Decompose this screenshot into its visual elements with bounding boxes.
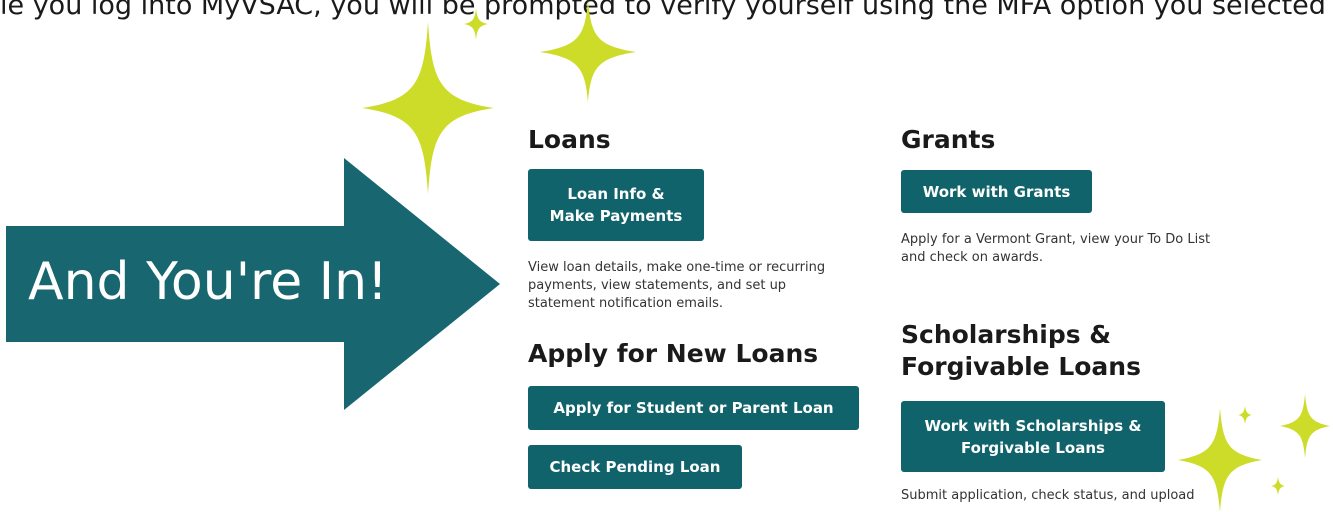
apply-student-parent-loan-button[interactable]: Apply for Student or Parent Loan: [528, 386, 859, 430]
sparkle-tiny-icon: [1238, 406, 1252, 424]
sparkle-bottom-right-icon: [1280, 394, 1330, 458]
check-pending-loan-button[interactable]: Check Pending Loan: [528, 445, 742, 489]
callout-text: And You're In!: [28, 252, 388, 312]
scholarships-description: Submit application, check status, and up…: [901, 488, 1195, 503]
scholarships-heading: Scholarships & Forgivable Loans: [901, 320, 1141, 381]
loan-info-make-payments-button[interactable]: Loan Info & Make Payments: [528, 169, 704, 241]
sparkle-small-icon: [464, 8, 488, 40]
work-with-scholarships-button[interactable]: Work with Scholarships & Forgivable Loan…: [901, 401, 1165, 472]
work-with-grants-button[interactable]: Work with Grants: [901, 170, 1092, 213]
grants-heading: Grants: [901, 125, 996, 154]
loans-heading: Loans: [528, 125, 611, 154]
apply-new-loans-heading: Apply for New Loans: [528, 339, 819, 368]
sparkle-medium-icon: [540, 0, 636, 102]
loans-description: View loan details, make one-time or recu…: [528, 260, 826, 311]
grants-description: Apply for a Vermont Grant, view your To …: [901, 232, 1211, 265]
sparkle-tiny-2-icon: [1271, 477, 1285, 495]
instruction-text: le you log into MyVSAC, you will be prom…: [0, 0, 1326, 21]
